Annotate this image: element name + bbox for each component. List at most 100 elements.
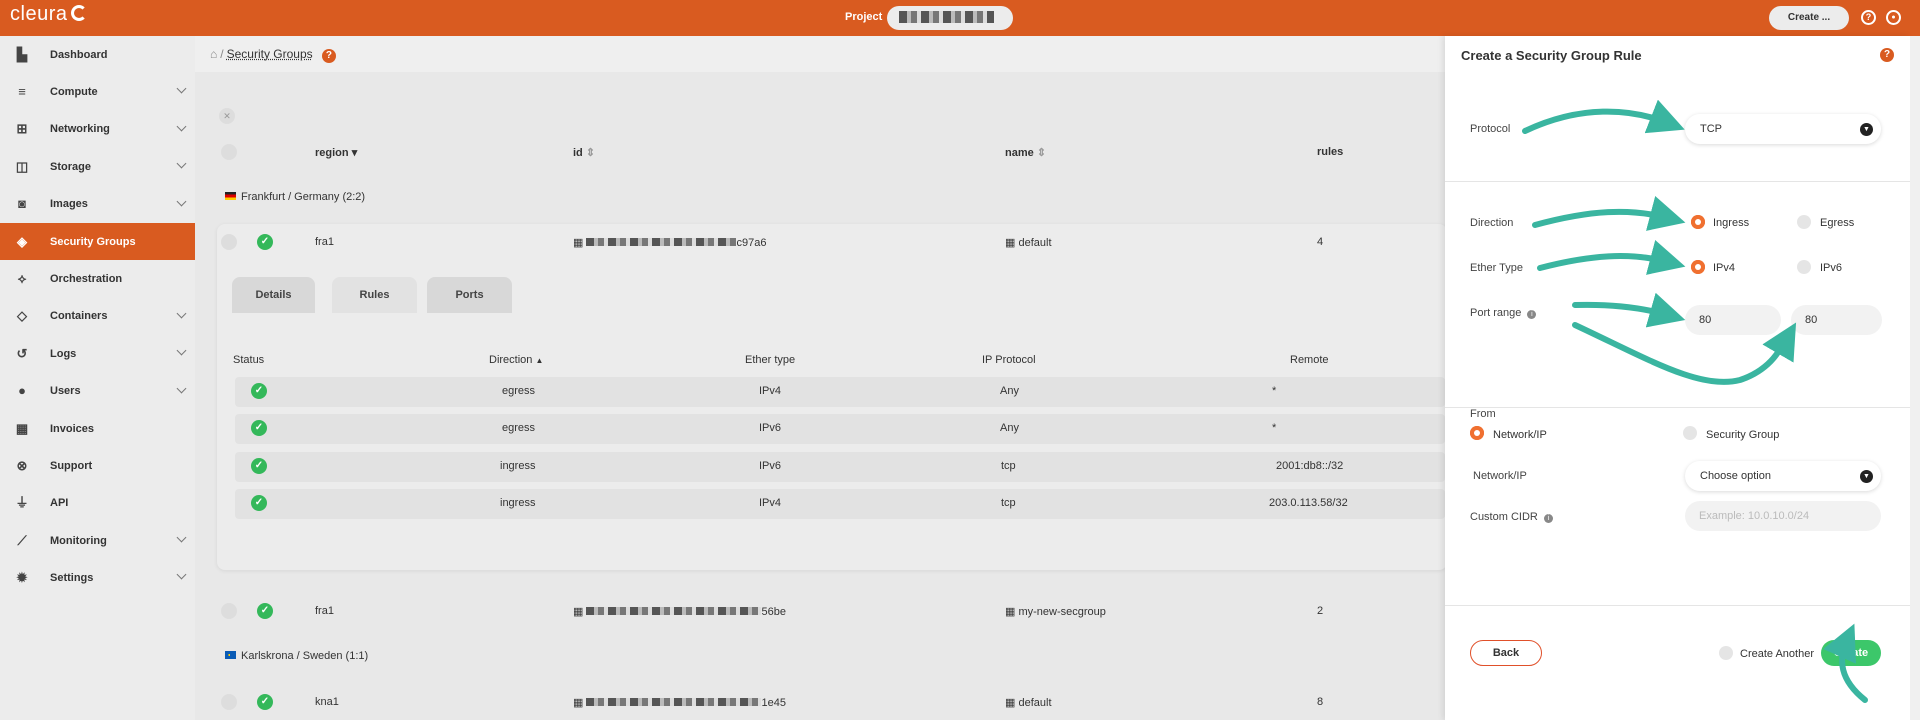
sidebar-item-monitoring[interactable]: ⟋ Monitoring bbox=[0, 522, 195, 559]
sidebar-item-invoices[interactable]: ▦ Invoices bbox=[0, 410, 195, 447]
sidebar-item-label: Compute bbox=[50, 86, 98, 99]
back-button[interactable]: Back bbox=[1470, 640, 1542, 666]
sort-icon: ⇕ bbox=[1036, 147, 1047, 159]
chevron-down-icon bbox=[176, 345, 187, 356]
select-all-checkbox[interactable] bbox=[221, 144, 237, 160]
column-header-label: id bbox=[573, 147, 583, 159]
port-to-input[interactable]: 80 bbox=[1791, 305, 1882, 335]
column-header-id[interactable]: id ⇕ bbox=[573, 146, 595, 159]
plug-icon: ⏚ bbox=[15, 495, 29, 511]
column-header-rules[interactable]: rules bbox=[1317, 146, 1343, 158]
region-group-frankfurt[interactable]: Frankfurt / Germany (2:2) bbox=[225, 191, 365, 203]
rule-protocol: tcp bbox=[1001, 497, 1016, 509]
trash-icon[interactable]: ✕ bbox=[219, 108, 235, 124]
sidebar-item-orchestration[interactable]: ⟡ Orchestration bbox=[0, 260, 195, 297]
region-group-karlskrona[interactable]: Karlskrona / Sweden (1:1) bbox=[225, 650, 368, 662]
create-another-label: Create Another bbox=[1740, 648, 1814, 660]
project-selector[interactable] bbox=[887, 6, 1013, 30]
direction-ingress-label: Ingress bbox=[1713, 217, 1750, 229]
ether-ipv4-label: IPv4 bbox=[1713, 262, 1736, 274]
direction-egress-label: Egress bbox=[1820, 217, 1855, 229]
row-id-suffix: 56be bbox=[761, 606, 786, 618]
table-icon: ▦ bbox=[1005, 237, 1016, 249]
sidebar-item-logs[interactable]: ↺ Logs bbox=[0, 335, 195, 372]
sidebar-item-containers[interactable]: ◇ Containers bbox=[0, 298, 195, 335]
rules-header-ether-type: Ether type bbox=[745, 354, 796, 366]
from-label: From bbox=[1470, 408, 1496, 420]
direction-egress-radio[interactable] bbox=[1797, 215, 1811, 229]
sidebar-item-label: Containers bbox=[50, 310, 108, 323]
chevron-down-icon bbox=[176, 532, 187, 543]
row-id[interactable]: ▦ c97a6 bbox=[573, 236, 766, 249]
custom-cidr-text: Custom CIDR bbox=[1470, 511, 1538, 523]
row-checkbox[interactable] bbox=[221, 234, 237, 250]
ether-ipv4-radio[interactable] bbox=[1691, 260, 1705, 274]
network-ip-select[interactable]: Choose option ▼ bbox=[1685, 461, 1881, 491]
column-header-label: name bbox=[1005, 147, 1034, 159]
chart-icon: ▙ bbox=[17, 46, 27, 62]
help-icon[interactable]: ? bbox=[1880, 48, 1894, 62]
custom-cidr-input[interactable]: Example: 10.0.10.0/24 bbox=[1685, 501, 1881, 531]
row-id[interactable]: ▦ 56be bbox=[573, 605, 786, 618]
id-redacted bbox=[586, 607, 762, 615]
create-button[interactable]: Create bbox=[1821, 640, 1881, 666]
from-network-radio[interactable] bbox=[1470, 426, 1484, 440]
breadcrumb: ⌂ / Security Groups ? bbox=[195, 36, 1445, 72]
tab-rules[interactable]: Rules bbox=[332, 277, 417, 313]
sidebar-item-label: Networking bbox=[50, 123, 110, 136]
sidebar-item-support[interactable]: ⊗ Support bbox=[0, 447, 195, 484]
sidebar-item-compute[interactable]: ≡ Compute bbox=[0, 73, 195, 110]
tab-details[interactable]: Details bbox=[232, 277, 315, 313]
rule-remote: 203.0.113.58/32 bbox=[1269, 497, 1348, 509]
chevron-down-icon: ▼ bbox=[1860, 123, 1873, 136]
rules-header-direction[interactable]: Direction ▲ bbox=[489, 354, 543, 366]
sidebar-item-users[interactable]: ● Users bbox=[0, 373, 195, 410]
info-icon[interactable]: i bbox=[1543, 514, 1553, 523]
sidebar-item-settings[interactable]: ✹ Settings bbox=[0, 559, 195, 596]
sidebar-item-dashboard[interactable]: ▙ Dashboard bbox=[0, 36, 195, 73]
direction-ingress-radio[interactable] bbox=[1691, 215, 1705, 229]
sidebar-item-label: Images bbox=[50, 198, 88, 211]
row-name[interactable]: ▦ default bbox=[1005, 236, 1052, 249]
create-another-checkbox[interactable] bbox=[1719, 646, 1733, 660]
home-icon[interactable]: ⌂ bbox=[210, 47, 217, 61]
column-header-region[interactable]: region ▾ bbox=[315, 146, 357, 159]
sidebar-item-api[interactable]: ⏚ API bbox=[0, 485, 195, 522]
ether-ipv6-radio[interactable] bbox=[1797, 260, 1811, 274]
row-id-suffix: 1e45 bbox=[761, 697, 786, 709]
sidebar-item-storage[interactable]: ◫ Storage bbox=[0, 148, 195, 185]
panel-scrollbar[interactable] bbox=[1910, 36, 1920, 720]
status-ok-icon: ✓ bbox=[251, 420, 267, 436]
sidebar-item-networking[interactable]: ⊞ Networking bbox=[0, 111, 195, 148]
column-header-label: region bbox=[315, 147, 349, 159]
from-security-group-radio[interactable] bbox=[1683, 426, 1697, 440]
logo-text: cleura bbox=[10, 3, 68, 25]
protocol-label: Protocol bbox=[1470, 123, 1511, 135]
info-icon[interactable]: i bbox=[1527, 310, 1537, 319]
row-name-label: default bbox=[1018, 697, 1052, 709]
sidebar-item-security-groups[interactable]: ◈ Security Groups bbox=[0, 222, 195, 261]
help-icon[interactable]: ? bbox=[1861, 10, 1876, 25]
create-menu-button[interactable]: Create ... bbox=[1769, 6, 1849, 30]
port-from-input[interactable]: 80 bbox=[1685, 305, 1781, 335]
row-name[interactable]: ▦ default bbox=[1005, 696, 1052, 709]
sidebar-item-images[interactable]: ◙ Images bbox=[0, 186, 195, 223]
column-header-name[interactable]: name ⇕ bbox=[1005, 146, 1046, 159]
port-range-text: Port range bbox=[1470, 307, 1522, 319]
tab-ports[interactable]: Ports bbox=[427, 277, 512, 313]
status-ok-icon: ✓ bbox=[257, 234, 273, 250]
direction-label: Direction bbox=[1470, 217, 1514, 229]
user-account-icon[interactable]: ● bbox=[1886, 10, 1901, 25]
row-checkbox[interactable] bbox=[221, 694, 237, 710]
row-id[interactable]: ▦ 1e45 bbox=[573, 696, 786, 709]
logo[interactable]: cleura bbox=[10, 3, 88, 26]
row-name[interactable]: ▦ my-new-secgroup bbox=[1005, 605, 1106, 618]
rule-ether: IPv6 bbox=[759, 422, 782, 434]
sidebar: ▙ Dashboard ≡ Compute ⊞ Networking ◫ Storage… bbox=[0, 36, 195, 720]
custom-cidr-label: Custom CIDR i bbox=[1470, 511, 1553, 523]
port-range-label: Port range i bbox=[1470, 307, 1537, 319]
help-icon[interactable]: ? bbox=[321, 49, 336, 63]
protocol-select[interactable]: TCP ▼ bbox=[1685, 114, 1881, 144]
row-checkbox[interactable] bbox=[221, 603, 237, 619]
table-icon: ▦ bbox=[573, 606, 584, 618]
